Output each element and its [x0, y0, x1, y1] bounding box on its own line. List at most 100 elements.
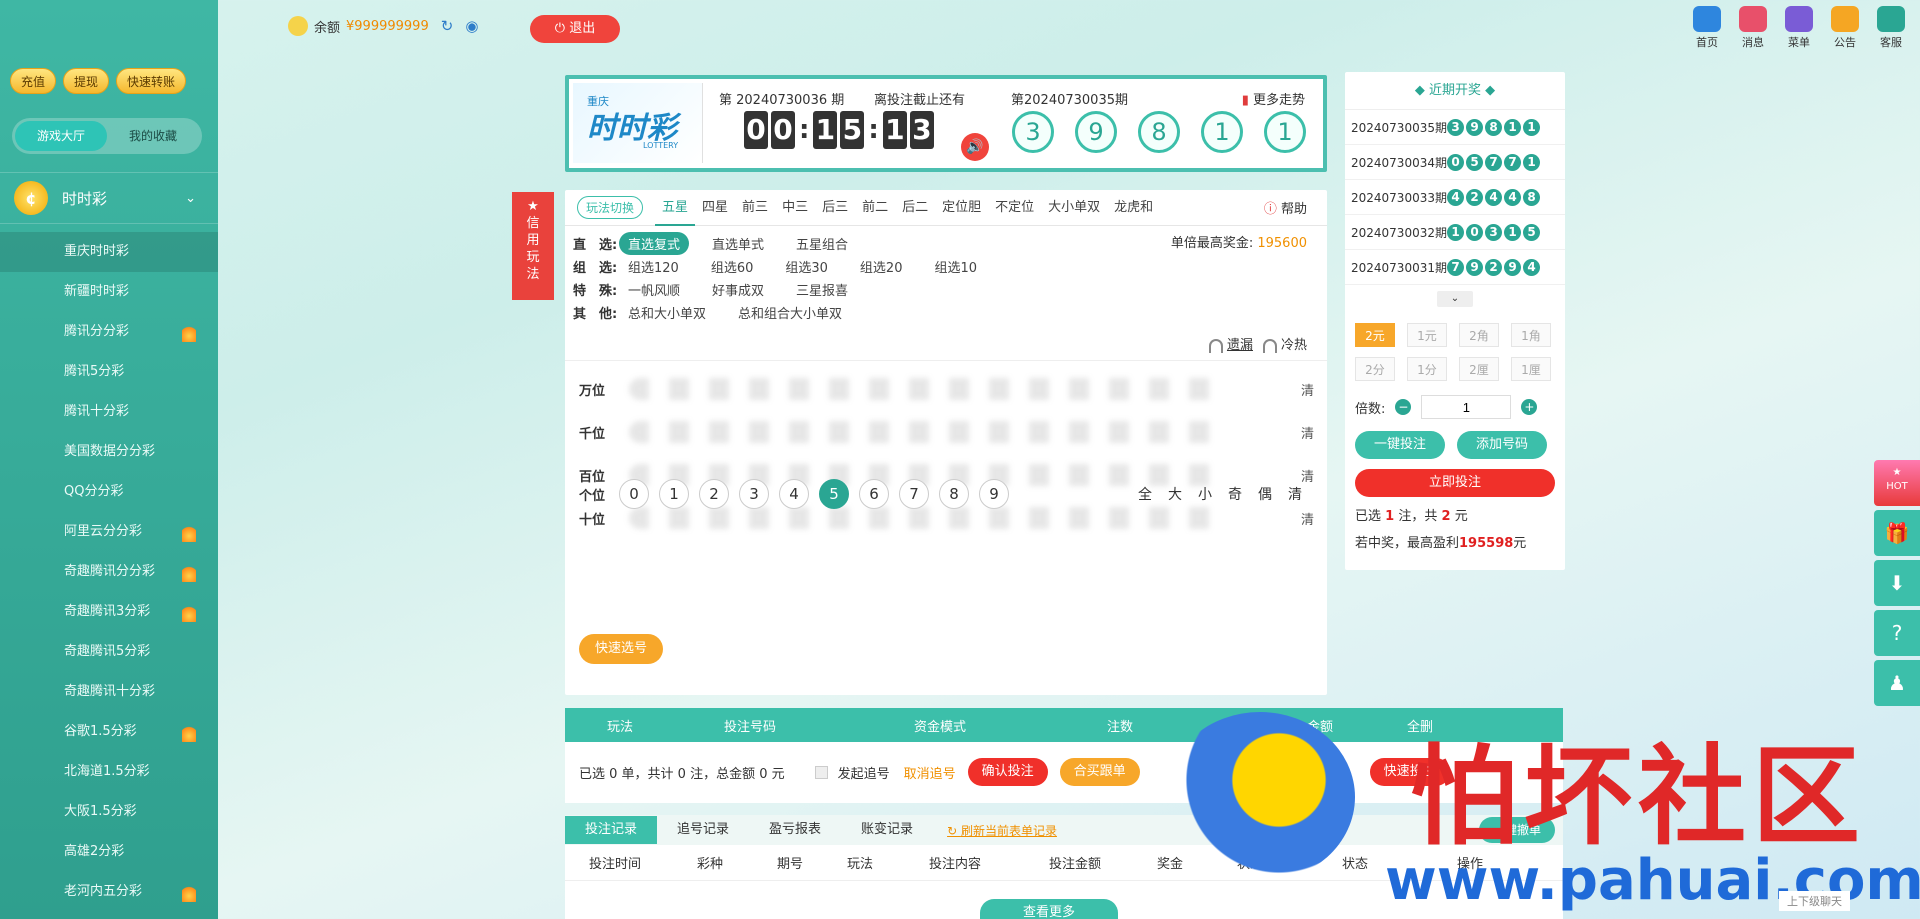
- clear-button[interactable]: 清: [1301, 423, 1314, 442]
- trend-link[interactable]: ▮ 更多走势: [1242, 89, 1305, 108]
- hot-icon[interactable]: ★ HOT: [1874, 460, 1920, 506]
- record-tab[interactable]: 账变记录: [841, 816, 933, 844]
- quick-select-option[interactable]: 小: [1198, 484, 1212, 504]
- clear-button[interactable]: 清: [1301, 380, 1314, 399]
- sidebar-game-item[interactable]: QQ分分彩: [0, 472, 218, 512]
- number-ball[interactable]: 1: [659, 479, 689, 509]
- help-link[interactable]: ⓘ 帮助: [1264, 198, 1307, 217]
- minus-icon[interactable]: −: [1395, 399, 1412, 415]
- number-ball[interactable]: 6: [859, 479, 889, 509]
- quick-select-option[interactable]: 大: [1168, 484, 1182, 504]
- one-key-bet-button[interactable]: 一键投注: [1355, 431, 1445, 459]
- money-mode-option[interactable]: 1厘: [1511, 357, 1551, 381]
- eye-hide-icon[interactable]: ◉: [465, 17, 478, 35]
- topnav-item[interactable]: 客服: [1874, 6, 1908, 50]
- play-tab[interactable]: 前二: [855, 190, 895, 226]
- money-mode-option[interactable]: 1角: [1511, 323, 1551, 347]
- quick-select-option[interactable]: 全: [1138, 484, 1152, 504]
- sidebar-game-item[interactable]: 谷歌1.5分彩: [0, 712, 218, 752]
- sidebar-game-item[interactable]: 奇趣腾讯5分彩: [0, 632, 218, 672]
- play-tab[interactable]: 五星: [655, 190, 696, 226]
- number-ball[interactable]: 9: [979, 479, 1009, 509]
- subplay-option[interactable]: 五星组合: [787, 232, 857, 255]
- play-tab[interactable]: 四星: [695, 190, 735, 226]
- confirm-bet-button[interactable]: 确认投注: [967, 758, 1048, 786]
- logout-button[interactable]: ⏻ 退出: [530, 15, 620, 43]
- subplay-option[interactable]: 总和大小单双: [619, 301, 715, 324]
- sidebar-game-item[interactable]: 北海道1.5分彩: [0, 752, 218, 792]
- subplay-option[interactable]: 好事成双: [703, 278, 773, 301]
- record-tab[interactable]: 投注记录: [565, 816, 658, 844]
- number-ball[interactable]: 7: [899, 479, 929, 509]
- record-tab[interactable]: 盈亏报表: [749, 816, 841, 844]
- play-tab[interactable]: 定位胆: [935, 190, 988, 226]
- refresh-icon[interactable]: ↻: [441, 17, 454, 35]
- subplay-option[interactable]: 组选30: [776, 255, 837, 278]
- sidebar-game-item[interactable]: 腾讯十分彩: [0, 392, 218, 432]
- bet-now-button[interactable]: 立即投注: [1355, 469, 1555, 497]
- sidebar-game-item[interactable]: 奇趣腾讯分分彩: [0, 552, 218, 592]
- sidebar-game-item[interactable]: 新疆时时彩: [0, 272, 218, 312]
- help-icon[interactable]: ?: [1874, 610, 1920, 656]
- refresh-link[interactable]: ↻ 刷新当前表单记录: [947, 822, 1057, 839]
- withdraw-button[interactable]: 提现: [63, 68, 110, 94]
- topnav-item[interactable]: 菜单: [1782, 6, 1816, 50]
- topnav-item[interactable]: 公告: [1828, 6, 1862, 50]
- play-tab[interactable]: 后三: [815, 190, 855, 226]
- money-mode-option[interactable]: 2角: [1459, 323, 1499, 347]
- omit-toggle[interactable]: 遗漏: [1208, 334, 1253, 353]
- play-tab[interactable]: 不定位: [988, 190, 1041, 226]
- cart-column-header[interactable]: 全删: [1365, 716, 1475, 735]
- play-tab[interactable]: 前三: [735, 190, 775, 226]
- sidebar-game-item[interactable]: 奇趣腾讯3分彩: [0, 592, 218, 632]
- category-ssc[interactable]: ¢ 时时彩 ⌄: [0, 172, 218, 224]
- sidebar-game-item[interactable]: 腾讯分分彩: [0, 312, 218, 352]
- record-tab[interactable]: 追号记录: [657, 816, 749, 844]
- subplay-option[interactable]: 直选复式: [619, 232, 690, 255]
- number-ball[interactable]: 3: [739, 479, 769, 509]
- number-ball[interactable]: 2: [699, 479, 729, 509]
- number-ball[interactable]: 0: [619, 479, 649, 509]
- sidebar-game-item[interactable]: 美国数据分分彩: [0, 432, 218, 472]
- sidebar-game-item[interactable]: 老河内五分彩: [0, 872, 218, 912]
- money-mode-option[interactable]: 2元: [1355, 323, 1395, 347]
- switch-play-button[interactable]: 玩法切换: [577, 196, 644, 219]
- sidebar-game-item[interactable]: 腾讯5分彩: [0, 352, 218, 392]
- sidebar-game-item[interactable]: 大阪1.5分彩: [0, 792, 218, 832]
- quick-pick-button[interactable]: 快速选号: [579, 634, 664, 664]
- subplay-option[interactable]: 组选10: [925, 255, 986, 278]
- download-icon[interactable]: ⬇: [1874, 560, 1920, 606]
- sidebar-game-item[interactable]: 高雄2分彩: [0, 832, 218, 872]
- multiplier-input[interactable]: [1421, 395, 1512, 419]
- clear-button[interactable]: 清: [1301, 509, 1314, 528]
- recharge-button[interactable]: 充值: [10, 68, 57, 94]
- speaker-icon[interactable]: 🔊: [961, 133, 989, 161]
- money-mode-option[interactable]: 2分: [1355, 357, 1395, 381]
- group-buy-button[interactable]: 合买跟单: [1059, 758, 1140, 786]
- money-mode-option[interactable]: 2厘: [1459, 357, 1499, 381]
- play-tab[interactable]: 大小单双: [1041, 190, 1107, 226]
- gift-icon[interactable]: 🎁: [1874, 510, 1920, 556]
- money-mode-option[interactable]: 1分: [1407, 357, 1447, 381]
- cancel-track-link[interactable]: 取消追号: [904, 763, 956, 782]
- number-ball[interactable]: 4: [779, 479, 809, 509]
- subplay-option[interactable]: 直选单式: [703, 232, 773, 255]
- sidebar-game-item[interactable]: 阿里云分分彩: [0, 512, 218, 552]
- quick-select-option[interactable]: 清: [1288, 484, 1302, 504]
- transfer-button[interactable]: 快速转账: [116, 68, 187, 94]
- number-ball[interactable]: 8: [939, 479, 969, 509]
- topnav-item[interactable]: 消息: [1736, 6, 1770, 50]
- service-icon[interactable]: ♟: [1874, 660, 1920, 706]
- add-number-button[interactable]: 添加号码: [1457, 431, 1547, 459]
- quick-select-option[interactable]: 奇: [1228, 484, 1242, 504]
- tab-lobby[interactable]: 游戏大厅: [15, 121, 107, 151]
- number-ball[interactable]: 5: [819, 479, 849, 509]
- money-mode-option[interactable]: 1元: [1407, 323, 1447, 347]
- play-tab[interactable]: 后二: [895, 190, 935, 226]
- see-more-button[interactable]: 查看更多: [980, 899, 1118, 919]
- subplay-option[interactable]: 总和组合大小单双: [729, 301, 851, 324]
- play-tab[interactable]: 龙虎和: [1107, 190, 1160, 226]
- subplay-option[interactable]: 三星报喜: [787, 278, 857, 301]
- sidebar-game-item[interactable]: 奇趣腾讯十分彩: [0, 672, 218, 712]
- subplay-option[interactable]: 组选60: [702, 255, 763, 278]
